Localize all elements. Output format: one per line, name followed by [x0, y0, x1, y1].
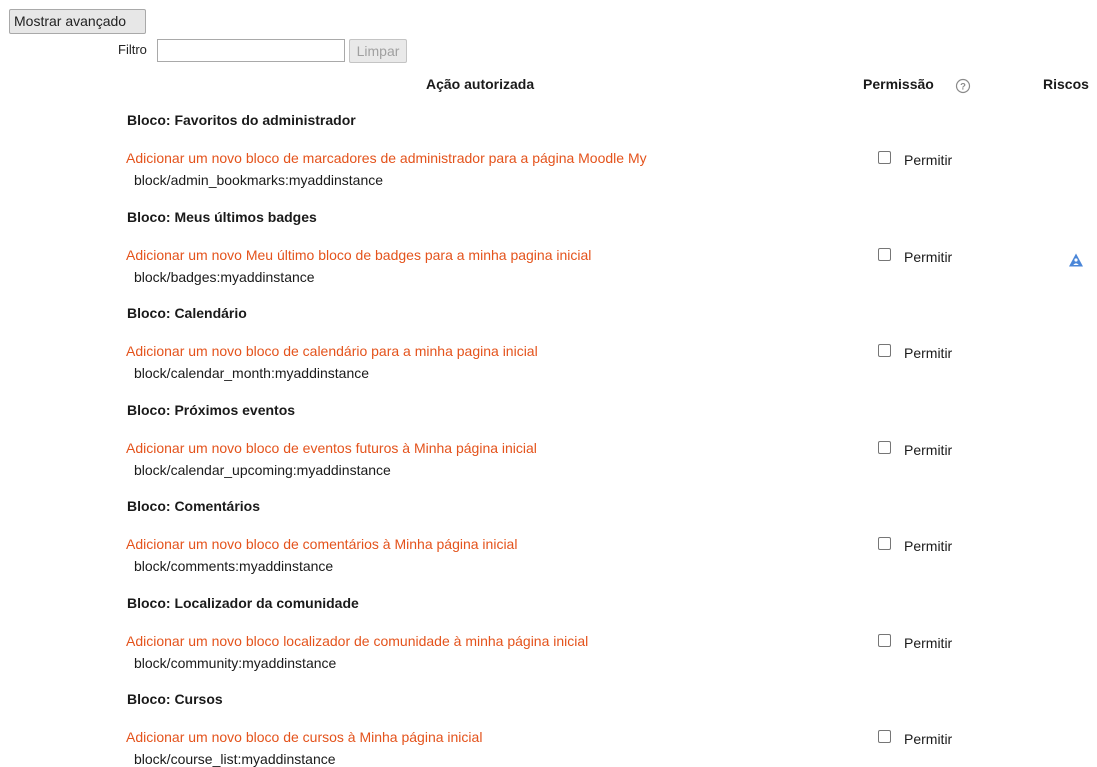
permission-label: Permitir [904, 442, 953, 458]
permission-checkbox[interactable] [878, 537, 891, 550]
clear-filter-button[interactable]: Limpar [349, 39, 407, 63]
permission-label: Permitir [904, 249, 953, 265]
permission-checkbox[interactable] [878, 248, 891, 261]
permission-label: Permitir [904, 635, 953, 651]
capability-name: block/comments:myaddinstance [134, 558, 334, 574]
permission-label: Permitir [904, 538, 953, 554]
capability-link[interactable]: Adicionar um novo bloco de calendário pa… [126, 343, 538, 359]
permission-checkbox[interactable] [878, 344, 891, 357]
capability-name: block/calendar_upcoming:myaddinstance [134, 462, 391, 478]
personal-info-risk-icon[interactable] [1068, 252, 1084, 268]
permission-label: Permitir [904, 152, 953, 168]
permission-label: Permitir [904, 345, 953, 361]
capability-link[interactable]: Adicionar um novo bloco de comentários à… [126, 536, 517, 552]
section-title: Bloco: Próximos eventos [127, 402, 296, 418]
capability-name: block/badges:myaddinstance [134, 269, 315, 285]
capability-name: block/admin_bookmarks:myaddinstance [134, 172, 384, 188]
header-permission: Permissão [863, 76, 934, 92]
section-title: Bloco: Meus últimos badges [127, 209, 317, 225]
capability-link[interactable]: Adicionar um novo bloco localizador de c… [126, 633, 588, 649]
permission-checkbox[interactable] [878, 730, 891, 743]
capability-name: block/calendar_month:myaddinstance [134, 365, 370, 381]
filter-input[interactable] [157, 39, 345, 62]
section-title: Bloco: Favoritos do administrador [127, 112, 356, 128]
capability-link[interactable]: Adicionar um novo Meu último bloco de ba… [126, 247, 591, 263]
section-title: Bloco: Cursos [127, 691, 223, 707]
permission-checkbox[interactable] [878, 441, 891, 454]
permission-checkbox[interactable] [878, 151, 891, 164]
permission-checkbox[interactable] [878, 634, 891, 647]
section-title: Bloco: Localizador da comunidade [127, 595, 359, 611]
permission-label: Permitir [904, 731, 953, 747]
section-title: Bloco: Calendário [127, 305, 247, 321]
filter-label: Filtro [118, 42, 147, 57]
question-circle-icon[interactable]: ? [955, 78, 971, 94]
capability-link[interactable]: Adicionar um novo bloco de cursos à Minh… [126, 729, 482, 745]
svg-text:?: ? [960, 82, 966, 93]
capability-link[interactable]: Adicionar um novo bloco de eventos futur… [126, 440, 537, 456]
section-title: Bloco: Comentários [127, 498, 261, 514]
show-advanced-button[interactable]: Mostrar avançado [9, 9, 146, 34]
header-risks: Riscos [1043, 76, 1089, 92]
capability-link[interactable]: Adicionar um novo bloco de marcadores de… [126, 150, 647, 166]
header-action: Ação autorizada [426, 76, 535, 92]
capability-name: block/community:myaddinstance [134, 655, 337, 671]
